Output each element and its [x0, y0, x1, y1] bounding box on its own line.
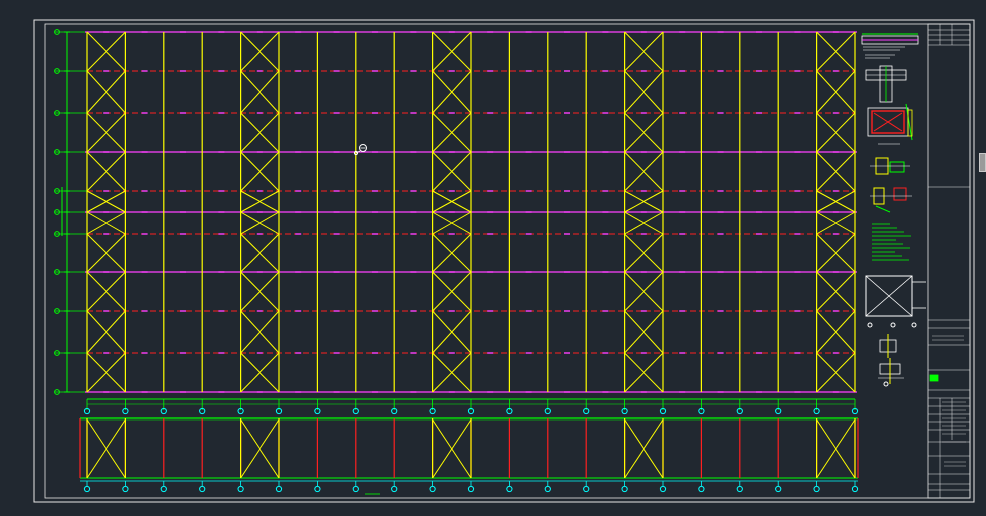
axis-bubble-icon — [911, 322, 917, 328]
axis-bubble-icon — [83, 485, 91, 493]
outer-border — [33, 19, 975, 503]
axis-bubble-icon — [352, 485, 359, 493]
axis-bubble-icon — [237, 485, 244, 493]
axis-bubble-icon — [698, 485, 705, 493]
side-elevation — [79, 417, 859, 495]
detail-line — [875, 205, 891, 213]
sheet-frame — [33, 19, 975, 503]
axis-bubble-icon — [890, 322, 896, 328]
axis-bubble-icon — [867, 322, 873, 328]
cad-viewport[interactable] — [0, 0, 986, 516]
logo-mark — [929, 374, 939, 382]
detail-shape — [907, 109, 913, 137]
axis-bubble-icon — [122, 485, 129, 493]
axis-bubble-icon — [621, 485, 628, 493]
detail-shape — [889, 161, 905, 173]
detail-column — [861, 33, 926, 387]
panel-toggle-handle[interactable] — [979, 153, 986, 172]
roof-bracing-plan — [54, 29, 859, 415]
axis-bubble-icon — [391, 485, 398, 493]
detail-shape — [893, 187, 907, 201]
inner-border — [44, 23, 971, 499]
axis-bubble-icon — [314, 485, 321, 493]
axis-bubble-icon — [429, 485, 436, 493]
axis-bubble-icon — [199, 485, 206, 493]
axis-bubble-icon — [736, 485, 743, 493]
axis-bubble-icon — [583, 485, 590, 493]
cad-drawing-canvas[interactable] — [0, 0, 986, 516]
axis-bubble-icon — [883, 381, 889, 387]
axis-bubble-icon — [544, 485, 551, 493]
axis-bubble-icon — [775, 485, 782, 493]
axis-bubble-icon — [506, 485, 513, 493]
axis-bubble-icon — [160, 485, 167, 493]
axis-bubble-icon — [659, 485, 667, 493]
detail-line — [905, 103, 913, 141]
title-block — [927, 23, 971, 499]
axis-bubble-icon — [467, 485, 475, 493]
title-block-border — [927, 23, 971, 499]
axis-bubble-icon — [851, 485, 859, 493]
axis-bubble-icon — [813, 485, 820, 493]
axis-bubble-icon — [275, 485, 283, 493]
